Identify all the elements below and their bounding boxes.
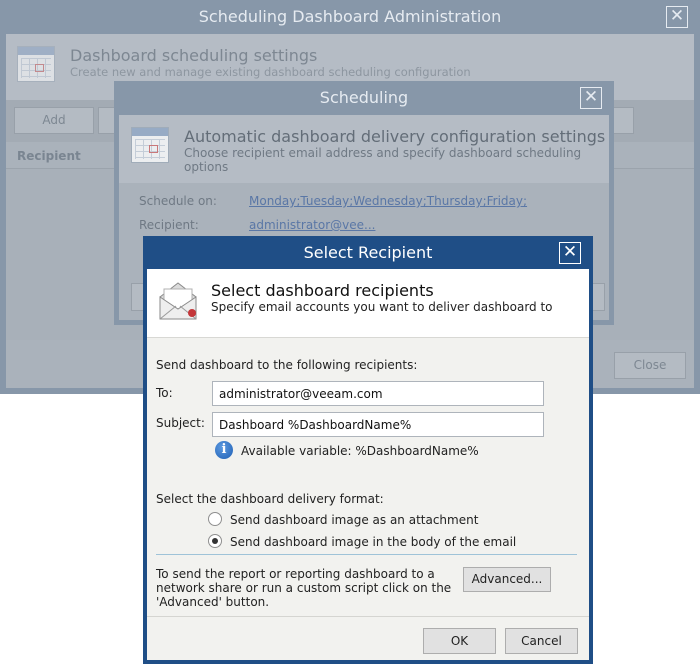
window-title: Scheduling Dashboard Administration [198,7,502,26]
close-button[interactable]: Close [614,352,686,379]
header-subtitle: Choose recipient email address and speci… [184,146,582,174]
dialog-title: Select Recipient [303,243,433,262]
advanced-description-line: network share or run a custom script cli… [156,581,452,595]
close-icon[interactable]: ✕ [666,6,688,28]
window-header: Automatic dashboard delivery configurati… [119,115,609,183]
advanced-button[interactable]: Advanced... [463,567,551,592]
header-title: Dashboard scheduling settings [70,46,318,65]
header-title: Automatic dashboard delivery configurati… [184,127,606,146]
header-subtitle: Specify email accounts you want to deliv… [211,300,553,314]
header-subtitle: Create new and manage existing dashboard… [70,65,471,79]
recipient-link[interactable]: administrator@vee... [249,218,375,232]
close-icon[interactable]: ✕ [559,242,581,264]
envelope-icon [159,282,197,320]
schedule-link[interactable]: Monday;Tuesday;Wednesday;Thursday;Friday… [249,194,527,208]
body-option-label[interactable]: Send dashboard image in the body of the … [230,535,516,549]
window-title: Scheduling [319,88,409,107]
dialog-header: Select dashboard recipients Specify emai… [147,269,589,337]
schedule-label: Schedule on: [139,194,217,208]
info-icon: i [215,441,233,459]
calendar-icon [131,127,169,163]
attachment-radio[interactable] [208,512,222,526]
middle-button[interactable] [591,283,605,311]
dialog-body: Select dashboard recipients Specify emai… [147,269,589,660]
to-label: To: [156,386,173,400]
footer-divider [147,616,589,617]
column-header-recipient[interactable]: Recipient [17,149,81,163]
available-variable-text: Available variable: %DashboardName% [241,444,479,458]
advanced-description: To send the report or reporting dashboar… [156,567,451,609]
format-label: Select the dashboard delivery format: [156,492,384,506]
header-title: Select dashboard recipients [211,281,434,300]
subject-input[interactable] [212,412,544,437]
advanced-description-line: To send the report or reporting dashboar… [156,567,435,581]
to-input[interactable] [212,381,544,406]
header-divider [147,337,589,338]
body-radio[interactable] [208,534,222,548]
section-divider [156,554,577,555]
advanced-description-line: 'Advanced' button. [156,595,270,609]
ok-button[interactable]: OK [423,628,496,654]
add-button[interactable]: Add [14,107,94,134]
cancel-button[interactable]: Cancel [505,628,578,654]
recipient-label: Recipient: [139,218,199,232]
close-icon[interactable]: ✕ [580,87,602,109]
subject-label: Subject: [156,416,205,430]
select-recipient-dialog: Select Recipient ✕ Select dashboard reci… [143,236,593,664]
send-to-label: Send dashboard to the following recipien… [156,358,418,372]
calendar-icon [17,46,55,82]
attachment-option-label[interactable]: Send dashboard image as an attachment [230,513,478,527]
